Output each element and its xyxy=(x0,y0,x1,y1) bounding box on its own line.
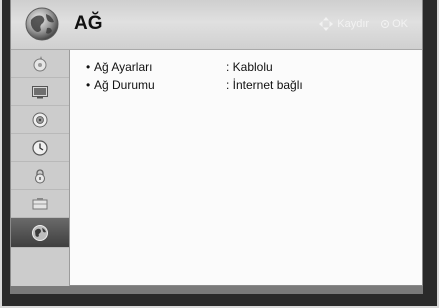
bullet: • xyxy=(86,60,91,74)
page-title: AĞ xyxy=(74,13,103,34)
menu-header: AĞ Kaydır OK xyxy=(11,0,422,50)
sidebar-item-lock[interactable] xyxy=(11,162,69,190)
network-globe-icon xyxy=(32,224,48,241)
setting-value: : İnternet bağlı xyxy=(226,78,303,92)
lock-icon xyxy=(35,168,45,183)
sidebar-item-screen[interactable] xyxy=(11,78,69,106)
setting-value: : Kablolu xyxy=(226,60,273,74)
setting-label: Ağ Ayarları xyxy=(94,60,153,74)
network-menu-panel: AĞ Kaydır OK • Ağ Ayarları: Kablolu • A… xyxy=(10,0,423,286)
sidebar-item-options[interactable] xyxy=(11,190,69,218)
sidebar-item-picture[interactable] xyxy=(11,50,69,78)
bottom-bar xyxy=(10,286,423,294)
ok-button-icon xyxy=(381,20,390,28)
category-sidebar xyxy=(11,50,70,286)
ok-hint-label: OK xyxy=(392,18,408,30)
screen-icon xyxy=(32,85,48,98)
audio-icon xyxy=(32,112,48,127)
sidebar-item-network[interactable] xyxy=(11,218,69,248)
options-icon xyxy=(32,197,48,209)
network-globe-icon xyxy=(25,7,59,41)
move-hint-label: Kaydır xyxy=(337,18,370,30)
sidebar-item-time[interactable] xyxy=(11,134,69,162)
setting-label: Ağ Durumu xyxy=(94,78,155,92)
navigation-arrows-icon xyxy=(319,17,334,31)
key-hints: Kaydır OK xyxy=(318,16,408,32)
bullet: • xyxy=(86,78,91,92)
picture-icon xyxy=(33,55,47,71)
clock-icon xyxy=(32,139,48,156)
sidebar-item-audio[interactable] xyxy=(11,106,69,134)
